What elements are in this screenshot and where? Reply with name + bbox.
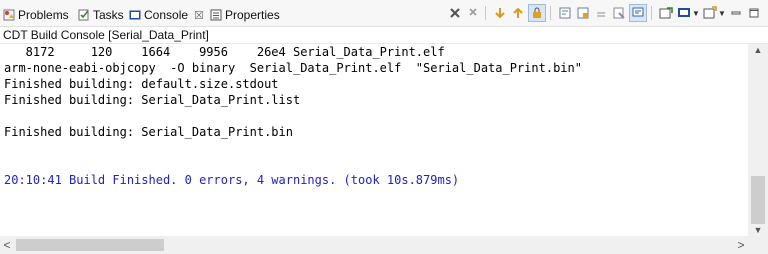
scroll-lock-icon[interactable] (528, 4, 546, 22)
tab-problems[interactable]: Problems (3, 6, 69, 24)
console-monitor-icon[interactable] (676, 5, 692, 21)
scroll-right-arrow-icon[interactable]: > (734, 236, 748, 254)
tab-tasks-label: Tasks (93, 8, 124, 22)
display-selected-icon[interactable] (629, 4, 647, 22)
word-wrap-icon[interactable] (557, 5, 573, 21)
minimize-icon[interactable] (728, 5, 744, 21)
console-line: arm-none-eabi-objcopy -O binary Serial_D… (4, 61, 582, 75)
console-line: Finished building: Serial_Data_Print.bin (4, 125, 293, 139)
toolbar-separator (485, 6, 486, 20)
horizontal-scroll-thumb[interactable] (16, 239, 164, 251)
pin-console-icon[interactable] (593, 5, 609, 21)
toolbar-separator (651, 6, 652, 20)
view-tab-bar: Problems Tasks Console ☒ Properties ▼ ▼ (0, 0, 768, 27)
scroll-down-arrow-icon[interactable]: ▼ (748, 224, 768, 236)
vertical-scrollbar[interactable]: ▲ ▼ (748, 44, 768, 236)
console-line: Finished building: Serial_Data_Print.lis… (4, 93, 301, 107)
clear-console-icon[interactable] (611, 5, 627, 21)
show-console-icon[interactable] (575, 5, 591, 21)
build-finished-line: 20:10:41 Build Finished. 0 errors, 4 war… (4, 173, 460, 187)
tab-console-label: Console (144, 8, 189, 22)
new-console-view-icon[interactable] (702, 5, 718, 21)
problems-icon (3, 9, 15, 21)
remove-launches-icon[interactable] (465, 5, 481, 21)
chevron-down-icon[interactable]: ▼ (692, 9, 700, 18)
console-icon (129, 9, 141, 21)
tab-problems-label: Problems (18, 8, 69, 22)
tab-properties-label: Properties (225, 8, 280, 22)
scroll-left-arrow-icon[interactable]: < (0, 236, 14, 254)
console-title: CDT Build Console [Serial_Data_Print] (0, 27, 768, 44)
scroll-up-icon[interactable] (510, 5, 526, 21)
chevron-down-icon[interactable]: ▼ (718, 9, 726, 18)
tab-tasks[interactable]: Tasks (78, 6, 124, 24)
tab-properties[interactable]: Properties (210, 6, 280, 24)
tab-console[interactable]: Console ☒ (129, 6, 204, 24)
close-tab-icon[interactable]: ☒ (194, 9, 204, 22)
properties-icon (210, 9, 222, 21)
vertical-scroll-thumb[interactable] (751, 176, 765, 224)
tasks-icon (78, 9, 90, 21)
console-line: Finished building: default.size.stdout (4, 77, 279, 91)
open-new-console-icon[interactable] (658, 5, 674, 21)
scroll-up-arrow-icon[interactable]: ▲ (748, 44, 768, 56)
console-output[interactable]: 8172 120 1664 9956 26e4 Serial_Data_Prin… (0, 44, 746, 236)
scroll-down-icon[interactable] (492, 5, 508, 21)
console-line: 8172 120 1664 9956 26e4 Serial_Data_Prin… (4, 45, 445, 59)
terminate-icon[interactable] (447, 5, 463, 21)
console-toolbar: ▼ ▼ (445, 4, 762, 22)
horizontal-scrollbar[interactable]: < > (0, 236, 748, 254)
maximize-icon[interactable] (746, 5, 762, 21)
scrollbar-corner (748, 236, 768, 254)
toolbar-separator (550, 6, 551, 20)
